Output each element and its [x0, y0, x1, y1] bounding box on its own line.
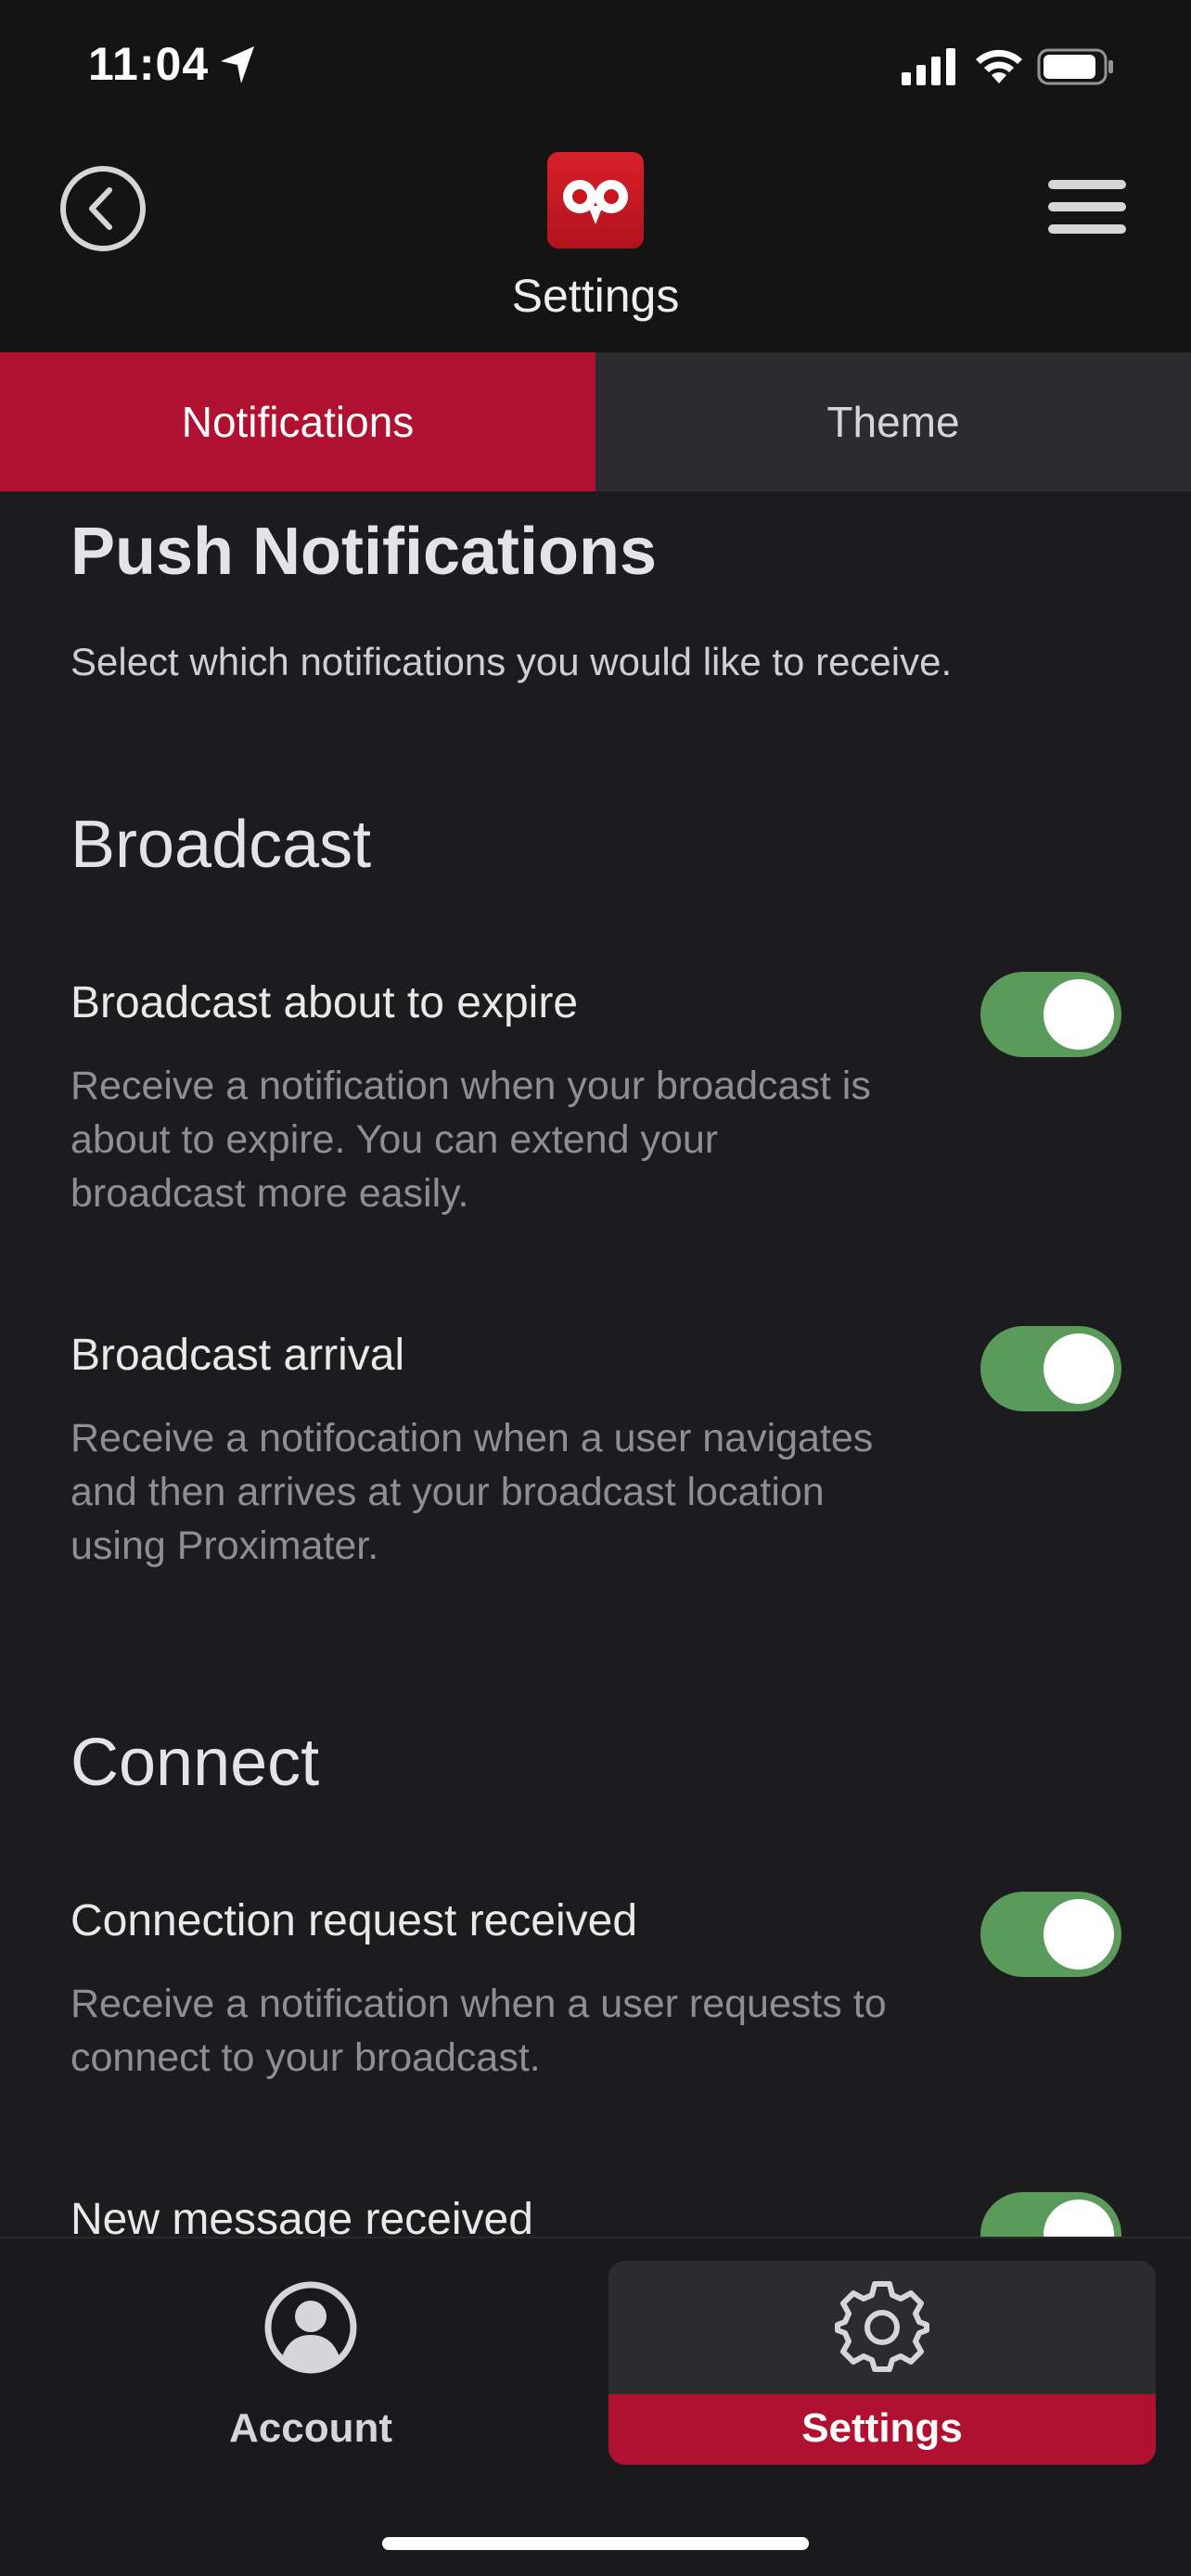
- intro-text: Select which notifications you would lik…: [70, 640, 953, 683]
- setting-title-broadcast-arrival: Broadcast arrival: [70, 1331, 405, 1380]
- setting-description: Receive a notifocation when a user navig…: [70, 1416, 874, 1568]
- setting-description: Receive a notification when a user reque…: [70, 1982, 887, 2080]
- setting-title-broadcast-expire: Broadcast about to expire: [70, 978, 579, 1027]
- toggle-connection-request[interactable]: [980, 1892, 1121, 1977]
- app-logo: [547, 152, 644, 249]
- toggle-knob: [1044, 1333, 1114, 1404]
- wifi-icon: [976, 49, 1022, 83]
- cellular-signal-icon: [902, 48, 955, 85]
- settings-tabs: Notifications Theme: [0, 352, 1191, 491]
- toggle-knob: [1044, 1899, 1114, 1970]
- connect-section-title: Connect: [70, 1726, 320, 1800]
- header: 11:04 Settings: [0, 0, 1191, 352]
- nav-label-account: Account: [229, 2405, 392, 2451]
- toggle-broadcast-arrival[interactable]: [980, 1326, 1121, 1411]
- bottom-tab-bar: Account Settings: [0, 2237, 1191, 2576]
- nav-account[interactable]: Account: [37, 2261, 584, 2465]
- location-arrow-icon: [221, 46, 254, 83]
- status-time: 11:04: [88, 38, 210, 90]
- back-button[interactable]: [59, 165, 147, 252]
- section-heading: Push Notifications: [70, 515, 658, 589]
- tab-notifications[interactable]: Notifications: [0, 352, 596, 491]
- toggle-knob: [1044, 979, 1114, 1050]
- home-indicator: [382, 2537, 809, 2550]
- gear-icon: [835, 2281, 929, 2372]
- toggle-broadcast-expire[interactable]: [980, 972, 1121, 1057]
- nav-settings[interactable]: Settings: [608, 2261, 1156, 2465]
- nav-label-settings: Settings: [801, 2405, 963, 2451]
- battery-icon: [1037, 48, 1113, 85]
- page-title: Settings: [511, 270, 680, 322]
- tab-theme[interactable]: Theme: [596, 352, 1191, 491]
- hamburger-menu-icon[interactable]: [1046, 176, 1128, 237]
- account-icon: [264, 2281, 357, 2374]
- broadcast-section-title: Broadcast: [70, 808, 372, 882]
- setting-title-connection-request: Connection request received: [70, 1896, 638, 1945]
- setting-description: Receive a notification when your broadca…: [70, 1064, 871, 1216]
